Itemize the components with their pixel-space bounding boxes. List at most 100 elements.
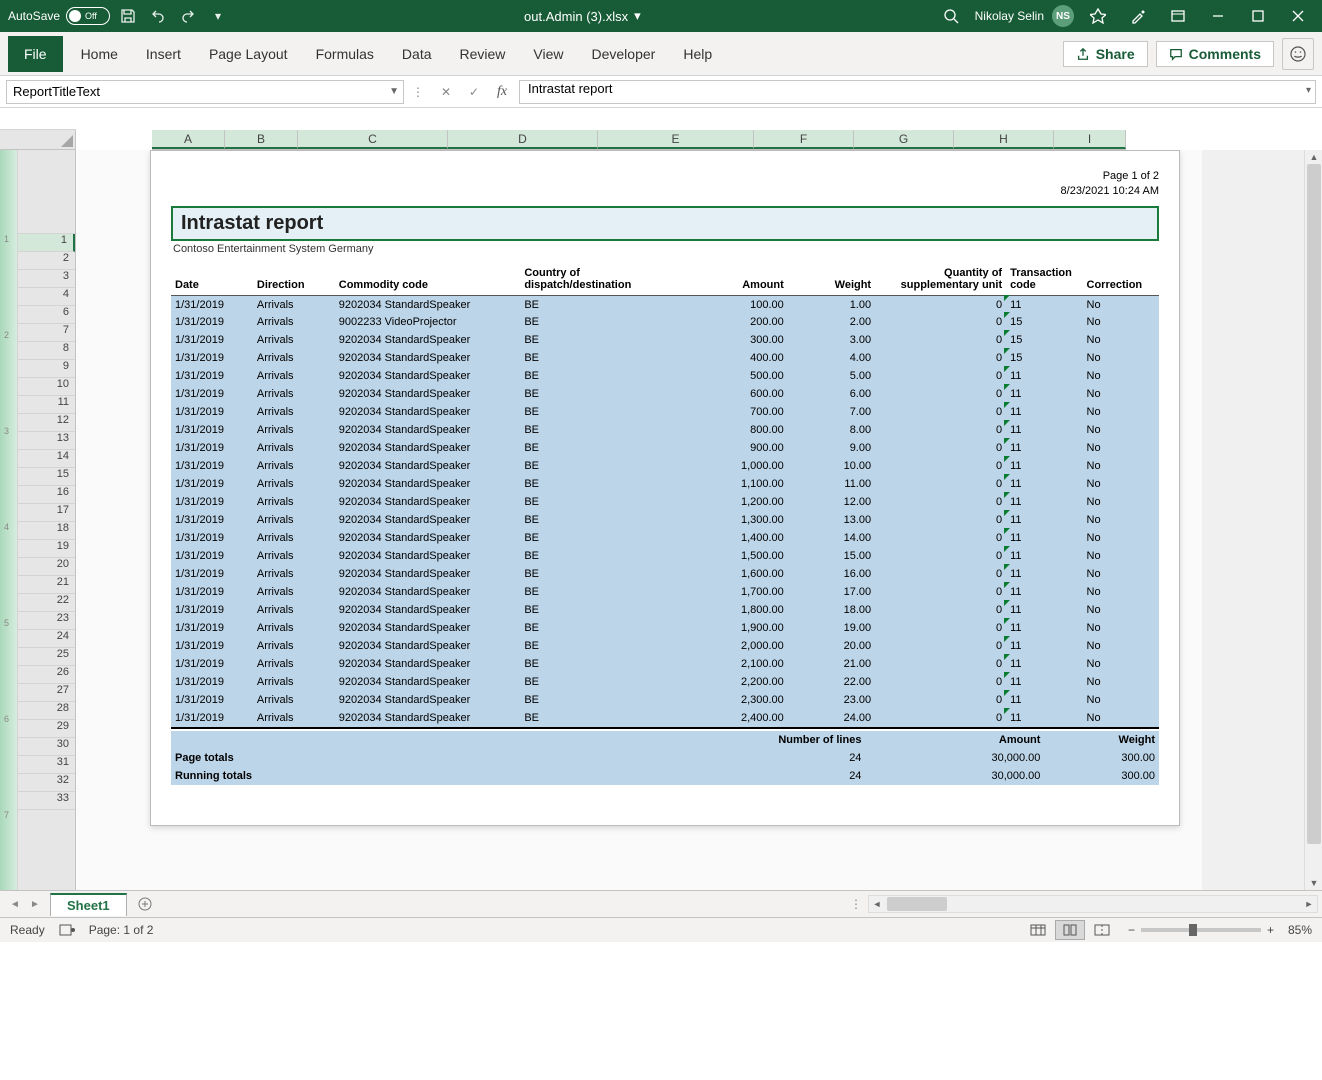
tab-data[interactable]: Data: [388, 36, 446, 72]
col-header-C[interactable]: C: [298, 130, 448, 149]
horizontal-scrollbar[interactable]: ◄ ►: [868, 895, 1318, 913]
row-header-13[interactable]: 13: [18, 432, 75, 450]
row-header-27[interactable]: 27: [18, 684, 75, 702]
expand-formula-icon[interactable]: ▾: [1306, 85, 1311, 96]
table-row[interactable]: 1/31/2019Arrivals9202034 StandardSpeaker…: [171, 367, 1159, 385]
scroll-down-icon[interactable]: ▼: [1305, 876, 1322, 890]
table-row[interactable]: 1/31/2019Arrivals9202034 StandardSpeaker…: [171, 655, 1159, 673]
tab-formulas[interactable]: Formulas: [302, 36, 388, 72]
formula-input[interactable]: Intrastat report▾: [519, 80, 1316, 104]
maximize-icon[interactable]: [1242, 2, 1274, 30]
report-title[interactable]: Intrastat report: [171, 206, 1159, 241]
vertical-scrollbar[interactable]: ▲ ▼: [1304, 150, 1322, 890]
row-header-25[interactable]: 25: [18, 648, 75, 666]
scroll-right-icon[interactable]: ►: [1301, 899, 1317, 909]
avatar[interactable]: NS: [1052, 5, 1074, 27]
row-header-16[interactable]: 16: [18, 486, 75, 504]
row-header-2[interactable]: 2: [18, 252, 75, 270]
tab-page-layout[interactable]: Page Layout: [195, 36, 302, 72]
premium-icon[interactable]: [1082, 2, 1114, 30]
zoom-out-icon[interactable]: −: [1128, 923, 1135, 937]
close-icon[interactable]: [1282, 2, 1314, 30]
row-header-33[interactable]: 33: [18, 792, 75, 810]
table-row[interactable]: 1/31/2019Arrivals9202034 StandardSpeaker…: [171, 295, 1159, 313]
col-header-A[interactable]: A: [152, 130, 225, 149]
table-row[interactable]: 1/31/2019Arrivals9002233 VideoProjectorB…: [171, 313, 1159, 331]
table-row[interactable]: 1/31/2019Arrivals9202034 StandardSpeaker…: [171, 331, 1159, 349]
save-icon[interactable]: [116, 4, 140, 28]
table-row[interactable]: 1/31/2019Arrivals9202034 StandardSpeaker…: [171, 529, 1159, 547]
macro-record-icon[interactable]: [59, 923, 75, 937]
row-header-7[interactable]: 7: [18, 324, 75, 342]
row-header-top[interactable]: [18, 150, 75, 234]
col-header-D[interactable]: D: [448, 130, 598, 149]
minimize-icon[interactable]: [1202, 2, 1234, 30]
accept-formula-icon[interactable]: ✓: [461, 81, 487, 103]
row-header-4[interactable]: 4: [18, 288, 75, 306]
row-header-14[interactable]: 14: [18, 450, 75, 468]
scroll-left-icon[interactable]: ◄: [869, 899, 885, 909]
comments-button[interactable]: Comments: [1156, 41, 1274, 67]
row-header-31[interactable]: 31: [18, 756, 75, 774]
name-box[interactable]: ReportTitleText▼: [6, 80, 404, 104]
row-header-22[interactable]: 22: [18, 594, 75, 612]
table-row[interactable]: 1/31/2019Arrivals9202034 StandardSpeaker…: [171, 439, 1159, 457]
cancel-formula-icon[interactable]: ✕: [433, 81, 459, 103]
row-header-29[interactable]: 29: [18, 720, 75, 738]
zoom-slider[interactable]: [1141, 928, 1261, 932]
table-row[interactable]: 1/31/2019Arrivals9202034 StandardSpeaker…: [171, 637, 1159, 655]
table-row[interactable]: 1/31/2019Arrivals9202034 StandardSpeaker…: [171, 511, 1159, 529]
row-header-17[interactable]: 17: [18, 504, 75, 522]
view-normal-icon[interactable]: [1023, 920, 1053, 940]
fx-icon[interactable]: fx: [489, 81, 515, 103]
tab-file[interactable]: File: [8, 36, 63, 72]
tab-view[interactable]: View: [519, 36, 577, 72]
view-pagebreak-icon[interactable]: [1087, 920, 1117, 940]
tab-review[interactable]: Review: [446, 36, 520, 72]
scroll-up-icon[interactable]: ▲: [1305, 150, 1322, 164]
row-header-9[interactable]: 9: [18, 360, 75, 378]
row-header-30[interactable]: 30: [18, 738, 75, 756]
table-row[interactable]: 1/31/2019Arrivals9202034 StandardSpeaker…: [171, 583, 1159, 601]
add-sheet-icon[interactable]: [133, 892, 157, 916]
title-dropdown-icon[interactable]: ▾: [634, 8, 641, 24]
colorize-icon[interactable]: [1122, 2, 1154, 30]
table-row[interactable]: 1/31/2019Arrivals9202034 StandardSpeaker…: [171, 493, 1159, 511]
table-row[interactable]: 1/31/2019Arrivals9202034 StandardSpeaker…: [171, 691, 1159, 709]
table-row[interactable]: 1/31/2019Arrivals9202034 StandardSpeaker…: [171, 709, 1159, 727]
table-row[interactable]: 1/31/2019Arrivals9202034 StandardSpeaker…: [171, 565, 1159, 583]
tab-home[interactable]: Home: [67, 36, 132, 72]
scroll-thumb[interactable]: [1307, 164, 1321, 844]
table-row[interactable]: 1/31/2019Arrivals9202034 StandardSpeaker…: [171, 349, 1159, 367]
row-header-26[interactable]: 26: [18, 666, 75, 684]
table-row[interactable]: 1/31/2019Arrivals9202034 StandardSpeaker…: [171, 673, 1159, 691]
search-icon[interactable]: [935, 2, 967, 30]
table-row[interactable]: 1/31/2019Arrivals9202034 StandardSpeaker…: [171, 403, 1159, 421]
zoom-in-icon[interactable]: +: [1267, 923, 1274, 937]
hscroll-thumb[interactable]: [887, 897, 947, 911]
select-all-corner[interactable]: [0, 130, 76, 150]
table-row[interactable]: 1/31/2019Arrivals9202034 StandardSpeaker…: [171, 619, 1159, 637]
qat-dropdown-icon[interactable]: ▾: [206, 4, 230, 28]
col-header-E[interactable]: E: [598, 130, 754, 149]
redo-icon[interactable]: [176, 4, 200, 28]
row-header-18[interactable]: 18: [18, 522, 75, 540]
table-row[interactable]: 1/31/2019Arrivals9202034 StandardSpeaker…: [171, 457, 1159, 475]
feedback-icon[interactable]: [1282, 38, 1314, 70]
ribbon-display-icon[interactable]: [1162, 2, 1194, 30]
view-pagelayout-icon[interactable]: [1055, 920, 1085, 940]
table-row[interactable]: 1/31/2019Arrivals9202034 StandardSpeaker…: [171, 475, 1159, 493]
tab-nav-prev-icon[interactable]: ◄: [6, 895, 24, 913]
row-header-15[interactable]: 15: [18, 468, 75, 486]
row-header-10[interactable]: 10: [18, 378, 75, 396]
undo-icon[interactable]: [146, 4, 170, 28]
row-header-32[interactable]: 32: [18, 774, 75, 792]
row-header-1[interactable]: 1: [18, 234, 75, 252]
table-row[interactable]: 1/31/2019Arrivals9202034 StandardSpeaker…: [171, 547, 1159, 565]
row-header-3[interactable]: 3: [18, 270, 75, 288]
row-header-6[interactable]: 6: [18, 306, 75, 324]
autosave-toggle[interactable]: Off: [66, 7, 110, 25]
col-header-G[interactable]: G: [854, 130, 954, 149]
row-header-28[interactable]: 28: [18, 702, 75, 720]
col-header-H[interactable]: H: [954, 130, 1054, 149]
